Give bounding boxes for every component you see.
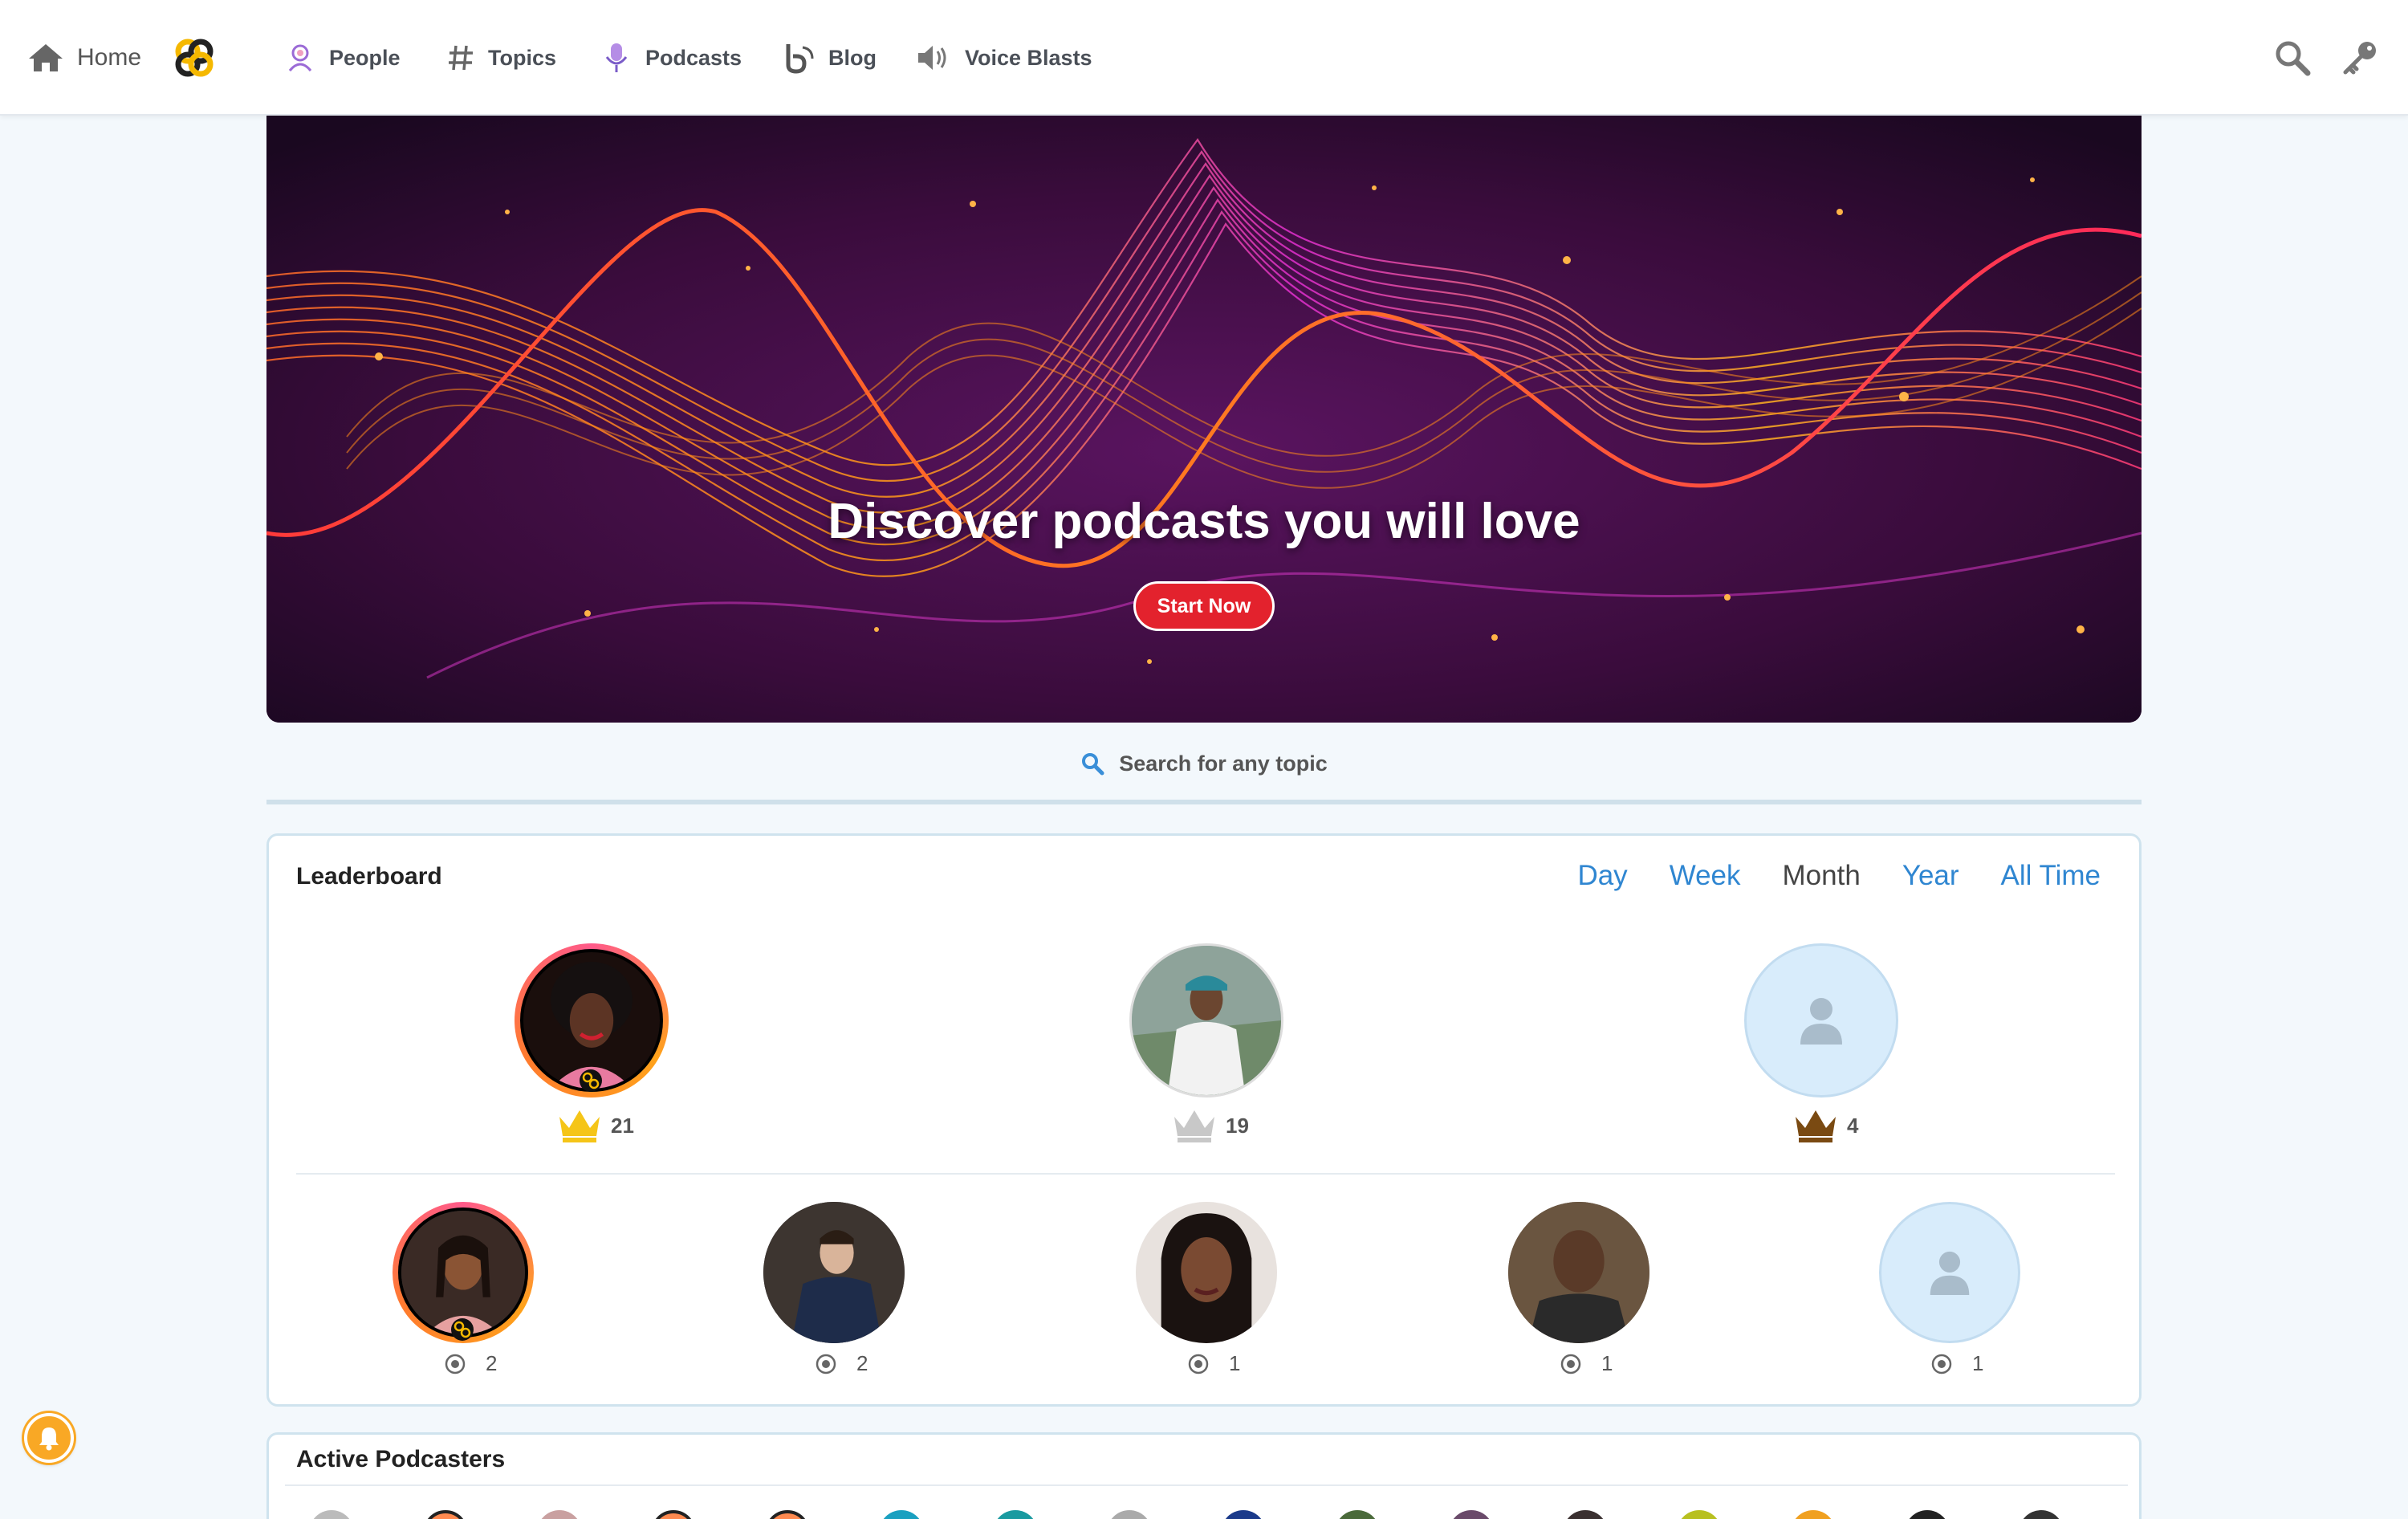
avatar-rank-5[interactable]: [763, 1202, 905, 1343]
nav-topics[interactable]: Topics: [446, 35, 556, 80]
podcaster-avatar[interactable]: [993, 1510, 1038, 1519]
verified-badge-icon: [451, 1318, 474, 1341]
active-podcasters-divider: [285, 1484, 2128, 1486]
avatar-rank-7[interactable]: [1508, 1202, 1649, 1343]
nav-voice-blasts[interactable]: Voice Blasts: [915, 35, 1092, 80]
score-rank-4: 2: [444, 1351, 497, 1376]
score-value: 2: [486, 1351, 498, 1375]
podcaster-avatar[interactable]: [879, 1510, 924, 1519]
brand-logo-icon[interactable]: [172, 35, 217, 80]
score-value: 19: [1226, 1113, 1249, 1138]
tab-day[interactable]: Day: [1563, 855, 1641, 983]
podcaster-avatar[interactable]: [1905, 1510, 1950, 1519]
podcaster-avatar[interactable]: [651, 1510, 696, 1519]
start-now-button[interactable]: Start Now: [1133, 581, 1275, 631]
bell-icon: [39, 1427, 59, 1451]
search-icon: [1082, 753, 1104, 776]
podcaster-avatar[interactable]: [1563, 1510, 1608, 1519]
points-icon: [445, 1354, 466, 1374]
leaderboard-card: Leaderboard Day Week Month Year All Time…: [266, 833, 2142, 1407]
podcaster-avatar[interactable]: [1335, 1510, 1380, 1519]
points-icon: [816, 1354, 836, 1374]
score-rank-1: 21: [556, 1107, 634, 1144]
score-value: 2: [856, 1351, 868, 1375]
hero-title: Discover podcasts you will love: [828, 494, 1580, 549]
nav-voice-label: Voice Blasts: [965, 45, 1092, 70]
podcaster-avatar[interactable]: [537, 1510, 582, 1519]
home-icon: [29, 44, 63, 71]
top-navigation: Home People Topics Podcasts Blog Voice B…: [0, 0, 2408, 116]
podcaster-avatar[interactable]: [1449, 1510, 1494, 1519]
podcaster-avatar[interactable]: [423, 1510, 468, 1519]
nav-home[interactable]: Home: [27, 35, 141, 80]
person-photo: [1132, 946, 1281, 1095]
score-value: 1: [1229, 1351, 1241, 1375]
default-user-icon: [1930, 1251, 1970, 1295]
person-photo: [1508, 1202, 1649, 1343]
tab-week[interactable]: Week: [1655, 855, 1755, 983]
score-rank-7: 1: [1560, 1351, 1613, 1376]
tab-all-time[interactable]: All Time: [1987, 855, 2115, 983]
podcaster-avatar[interactable]: [1677, 1510, 1722, 1519]
search-icon[interactable]: [2272, 37, 2313, 79]
nav-people[interactable]: People: [284, 35, 401, 80]
score-rank-8: 1: [1930, 1351, 1983, 1376]
nav-blog-label: Blog: [828, 45, 877, 70]
podcaster-avatar[interactable]: [2019, 1510, 2064, 1519]
score-rank-3: 4: [1792, 1107, 1858, 1144]
notification-bell-button[interactable]: [24, 1413, 74, 1463]
topic-search[interactable]: Search for any topic: [266, 727, 2142, 804]
score-value: 1: [1972, 1351, 1984, 1375]
bronze-crown-icon: [1796, 1110, 1836, 1142]
tab-year[interactable]: Year: [1888, 855, 1974, 983]
avatar-rank-2[interactable]: [1129, 943, 1283, 1098]
leaderboard-title: Leaderboard: [296, 863, 442, 890]
active-podcasters-card: Active Podcasters: [266, 1432, 2142, 1519]
points-icon: [1560, 1354, 1581, 1374]
hashtag-icon: [449, 45, 473, 71]
score-rank-5: 2: [815, 1351, 868, 1376]
nav-podcasts-label: Podcasts: [645, 45, 742, 70]
leaderboard-divider: [296, 1173, 2115, 1175]
podcaster-avatar[interactable]: [1791, 1510, 1836, 1519]
avatar-rank-8[interactable]: [1879, 1202, 2020, 1343]
podcaster-avatar[interactable]: [309, 1510, 354, 1519]
points-icon: [1931, 1354, 1952, 1374]
verified-badge-icon: [580, 1069, 602, 1092]
podcaster-avatar[interactable]: [1107, 1510, 1152, 1519]
person-photo: [401, 1211, 525, 1334]
key-icon[interactable]: [2339, 37, 2381, 79]
blog-icon: [786, 44, 814, 74]
active-podcasters-title: Active Podcasters: [296, 1446, 506, 1472]
podcaster-avatar[interactable]: [765, 1510, 810, 1519]
score-value: 4: [1847, 1113, 1859, 1138]
nav-home-label: Home: [77, 44, 142, 71]
microphone-icon: [605, 43, 628, 72]
nav-people-label: People: [329, 45, 401, 70]
person-photo: [763, 1202, 905, 1343]
score-value: 21: [611, 1113, 634, 1138]
nav-topics-label: Topics: [488, 45, 557, 70]
silver-crown-icon: [1174, 1110, 1214, 1142]
avatar-rank-3[interactable]: [1744, 943, 1898, 1098]
score-value: 1: [1601, 1351, 1613, 1375]
speaker-icon: [918, 46, 946, 70]
default-user-icon: [1800, 998, 1842, 1045]
sound-wave-background: [266, 116, 2142, 723]
avatar-rank-6[interactable]: [1136, 1202, 1277, 1343]
nav-podcasts[interactable]: Podcasts: [600, 35, 742, 80]
nav-blog[interactable]: Blog: [783, 35, 877, 80]
hero-banner: Discover podcasts you will love Start No…: [266, 116, 2142, 723]
podcaster-avatar[interactable]: [1221, 1510, 1266, 1519]
score-rank-6: 1: [1187, 1351, 1240, 1376]
points-icon: [1188, 1354, 1209, 1374]
person-photo: [1136, 1202, 1277, 1343]
people-icon: [288, 44, 312, 71]
score-rank-2: 19: [1171, 1107, 1249, 1144]
gold-crown-icon: [559, 1110, 600, 1142]
search-label: Search for any topic: [1119, 751, 1328, 776]
